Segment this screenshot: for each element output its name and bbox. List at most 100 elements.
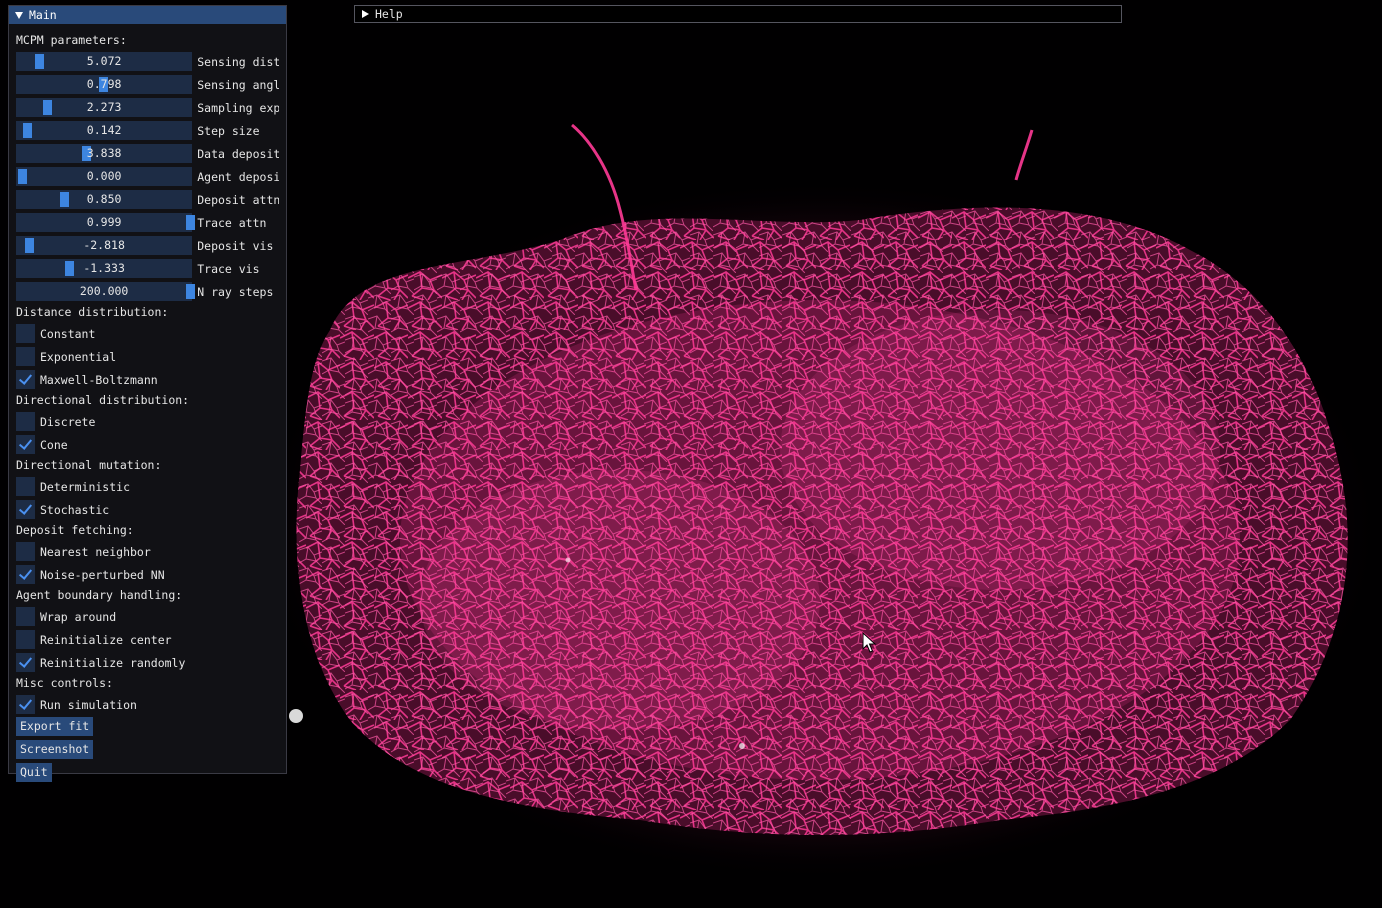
slider-label: Agent deposi bbox=[197, 169, 279, 184]
checkbox-unchecked[interactable] bbox=[16, 607, 35, 626]
checkbox-row[interactable]: Nearest neighbor bbox=[16, 541, 279, 562]
checkbox-label: Discrete bbox=[40, 414, 96, 429]
checkbox-label: Maxwell-Boltzmann bbox=[40, 372, 158, 387]
slider-track[interactable]: 3.838 bbox=[16, 144, 193, 163]
checkbox-label: Cone bbox=[40, 437, 68, 452]
quit-button[interactable]: Quit bbox=[16, 763, 52, 782]
section-label-mutation: Directional mutation: bbox=[16, 458, 162, 472]
slider-row: 5.072 Sensing dist bbox=[16, 51, 279, 72]
checkbox-row[interactable]: Run simulation bbox=[16, 694, 279, 715]
slider-label: Sensing dist bbox=[197, 54, 279, 69]
slider-value: 5.072 bbox=[86, 54, 122, 68]
checkbox-label: Stochastic bbox=[40, 502, 110, 517]
checkbox-label: Reinitialize randomly bbox=[40, 655, 186, 670]
main-window-header[interactable]: Main bbox=[9, 6, 286, 24]
slider-track[interactable]: 200.000 bbox=[16, 282, 195, 301]
checkbox-row[interactable]: Constant bbox=[16, 323, 279, 344]
checkbox-unchecked[interactable] bbox=[16, 412, 35, 431]
slider-label: Step size bbox=[197, 123, 260, 138]
slider-row: 0.850 Deposit attn bbox=[16, 189, 279, 210]
checkbox-checked[interactable] bbox=[16, 435, 35, 454]
checkbox-row[interactable]: Stochastic bbox=[16, 499, 279, 520]
slider-label: Data deposit bbox=[197, 146, 279, 161]
triangle-right-icon bbox=[362, 10, 369, 18]
slider-value: -2.818 bbox=[83, 238, 125, 252]
checkbox-unchecked[interactable] bbox=[16, 542, 35, 561]
checkbox-label: Noise-perturbed NN bbox=[40, 567, 165, 582]
slider-value: 3.838 bbox=[86, 146, 122, 160]
slider-row: 200.000 N ray steps bbox=[16, 281, 279, 302]
boundary-options: Wrap around Reinitialize center Reinitiali… bbox=[16, 606, 279, 673]
checkbox-label: Constant bbox=[40, 326, 96, 341]
slider-value: 200.000 bbox=[79, 284, 129, 298]
distance-options: Constant Exponential Maxwell-Boltzmann bbox=[16, 323, 279, 390]
checkbox-checked[interactable] bbox=[16, 500, 35, 519]
slider-track[interactable]: 5.072 bbox=[16, 52, 193, 71]
checkbox-checked[interactable] bbox=[16, 370, 35, 389]
checkbox-row[interactable]: Exponential bbox=[16, 346, 279, 367]
slider-track[interactable]: -2.818 bbox=[16, 236, 193, 255]
slider-track[interactable]: 0.142 bbox=[16, 121, 193, 140]
slider-track[interactable]: -1.333 bbox=[16, 259, 193, 278]
mutation-options: Deterministic Stochastic bbox=[16, 476, 279, 520]
help-window-title: Help bbox=[375, 7, 403, 21]
slider-row: 0.798 Sensing angl bbox=[16, 74, 279, 95]
slider-label: Trace vis bbox=[197, 261, 260, 276]
checkbox-row[interactable]: Reinitialize center bbox=[16, 629, 279, 650]
checkbox-row[interactable]: Deterministic bbox=[16, 476, 279, 497]
directional-options: Discrete Cone bbox=[16, 411, 279, 455]
checkbox-checked[interactable] bbox=[16, 565, 35, 584]
slider-track[interactable]: 0.850 bbox=[16, 190, 193, 209]
section-label-fetching: Deposit fetching: bbox=[16, 523, 134, 537]
checkbox-row[interactable]: Maxwell-Boltzmann bbox=[16, 369, 279, 390]
checkbox-row[interactable]: Reinitialize randomly bbox=[16, 652, 279, 673]
checkbox-unchecked[interactable] bbox=[16, 630, 35, 649]
slider-track[interactable]: 0.999 bbox=[16, 213, 195, 232]
slider-value: 0.142 bbox=[86, 123, 122, 137]
checkbox-row[interactable]: Noise-perturbed NN bbox=[16, 564, 279, 585]
checkbox-label: Reinitialize center bbox=[40, 632, 172, 647]
checkbox-label: Run simulation bbox=[40, 697, 137, 712]
section-label-boundary: Agent boundary handling: bbox=[16, 588, 183, 602]
checkbox-row[interactable]: Cone bbox=[16, 434, 279, 455]
main-window: Main MCPM parameters: 5.072 Sensing dist 0… bbox=[8, 5, 287, 782]
checkbox-row[interactable]: Wrap around bbox=[16, 606, 279, 627]
slider-label: Deposit attn bbox=[197, 192, 279, 207]
section-label-directional: Directional distribution: bbox=[16, 393, 190, 407]
slider-label: N ray steps bbox=[197, 284, 274, 299]
slider-row: 3.838 Data deposit bbox=[16, 143, 279, 164]
slider-row: -2.818 Deposit vis bbox=[16, 235, 279, 256]
slider-track[interactable]: 0.798 bbox=[16, 75, 193, 94]
checkbox-label: Deterministic bbox=[40, 479, 131, 494]
main-window-title: Main bbox=[29, 8, 57, 22]
slider-value: -1.333 bbox=[83, 261, 125, 275]
slider-track[interactable]: 2.273 bbox=[16, 98, 193, 117]
slider-row: -1.333 Trace vis bbox=[16, 258, 279, 279]
checkbox-unchecked[interactable] bbox=[16, 324, 35, 343]
slider-value: 0.999 bbox=[86, 215, 122, 229]
slider-value: 0.000 bbox=[86, 169, 122, 183]
triangle-down-icon bbox=[15, 11, 23, 19]
screenshot-button[interactable]: Screenshot bbox=[16, 740, 94, 759]
checkbox-row[interactable]: Discrete bbox=[16, 411, 279, 432]
slider-row: 0.142 Step size bbox=[16, 120, 279, 141]
section-label-misc: Misc controls: bbox=[16, 676, 113, 690]
checkbox-checked[interactable] bbox=[16, 653, 35, 672]
checkbox-label: Nearest neighbor bbox=[40, 544, 151, 559]
misc-options: Run simulation bbox=[16, 694, 279, 715]
checkbox-unchecked[interactable] bbox=[16, 477, 35, 496]
slider-track[interactable]: 0.000 bbox=[16, 167, 193, 186]
slider-label: Sampling exp bbox=[197, 100, 279, 115]
slider-row: 2.273 Sampling exp bbox=[16, 97, 279, 118]
checkbox-unchecked[interactable] bbox=[16, 347, 35, 366]
section-label-mcpm: MCPM parameters: bbox=[16, 33, 127, 47]
slider-row: 0.999 Trace attn bbox=[16, 212, 279, 233]
mouse-pointer-icon bbox=[862, 631, 877, 657]
slider-value: 0.850 bbox=[86, 192, 122, 206]
help-window-header[interactable]: Help bbox=[354, 5, 1122, 23]
checkbox-checked[interactable] bbox=[16, 695, 35, 714]
checkbox-label: Wrap around bbox=[40, 609, 117, 624]
slider-label: Trace attn bbox=[197, 215, 267, 230]
export-fit-button[interactable]: Export fit bbox=[16, 717, 94, 736]
slider-value: 0.798 bbox=[86, 77, 122, 91]
